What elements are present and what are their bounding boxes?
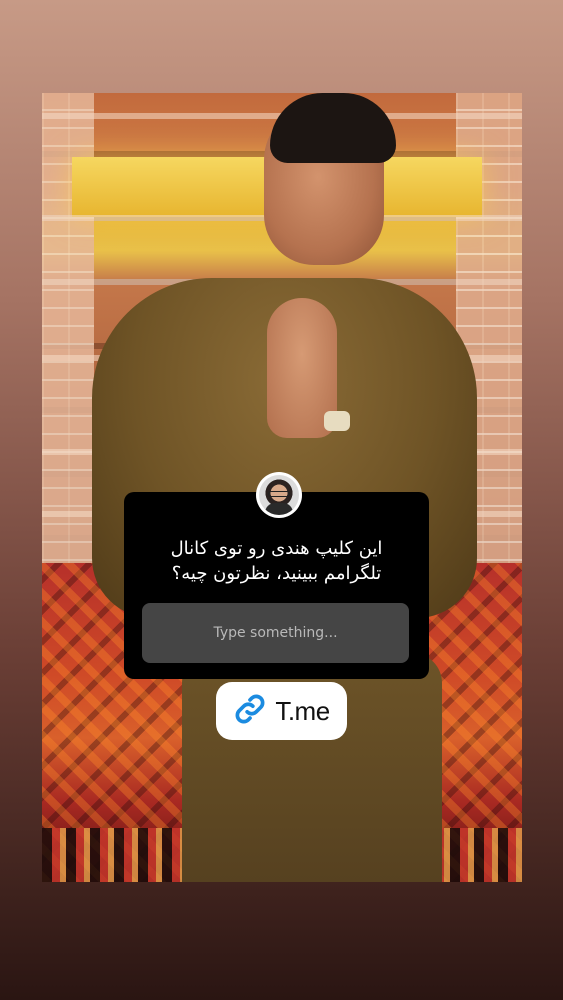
link-icon	[233, 692, 267, 730]
question-avatar	[256, 472, 302, 518]
avatar-photo	[259, 475, 299, 515]
link-label: T.me	[275, 695, 330, 726]
wristwatch	[324, 411, 350, 431]
link-sticker[interactable]: T.me	[216, 682, 347, 740]
question-text: این کلیپ هندی رو توی کانال تلگرامم ببینی…	[170, 538, 383, 584]
person-hair	[270, 93, 396, 163]
answer-input[interactable]	[142, 603, 409, 663]
avatar-shirt	[265, 503, 293, 515]
avatar-glasses	[268, 491, 290, 497]
